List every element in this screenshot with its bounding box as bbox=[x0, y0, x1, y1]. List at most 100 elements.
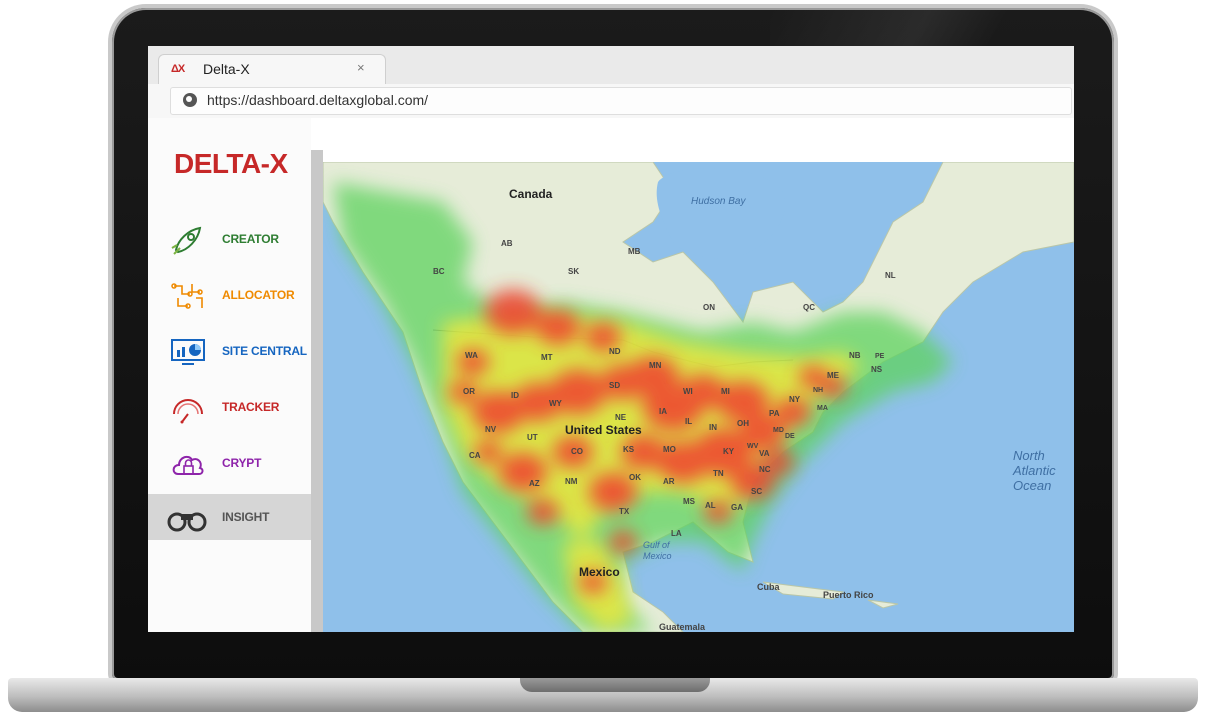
heat-hotspot bbox=[485, 289, 541, 335]
circuit-icon bbox=[171, 283, 203, 309]
map-label-id: ID bbox=[511, 391, 519, 400]
browser-tab[interactable]: ΔX Delta-X × bbox=[158, 54, 386, 85]
map-label-ok: OK bbox=[629, 473, 641, 482]
map-label-nc: NC bbox=[759, 465, 771, 474]
map-label-on: ON bbox=[703, 303, 715, 312]
map-label-united-states: United States bbox=[565, 423, 642, 437]
heat-hotspot bbox=[527, 499, 559, 525]
sidebar-item-label: SITE CENTRAL bbox=[222, 344, 307, 358]
cloud-lock-icon bbox=[172, 455, 204, 475]
map-label-de: DE bbox=[785, 433, 795, 440]
map-label-mexico: Mexico bbox=[579, 565, 620, 579]
map-label-va: VA bbox=[759, 449, 770, 458]
map-label-ia: IA bbox=[659, 407, 667, 416]
map-label-tn: TN bbox=[713, 469, 724, 478]
delta-x-logo[interactable]: DELTA-X bbox=[174, 148, 288, 180]
sidebar-item-site-central[interactable]: SITE CENTRAL bbox=[148, 328, 311, 374]
map-label-nd: ND bbox=[609, 347, 621, 356]
tab-title: Delta-X bbox=[203, 61, 250, 77]
map-label-canada: Canada bbox=[509, 187, 553, 201]
sidebar-item-label: ALLOCATOR bbox=[222, 288, 295, 302]
map-label-sc: SC bbox=[751, 487, 762, 496]
rocket-icon bbox=[171, 226, 202, 255]
map-label-nm: NM bbox=[565, 477, 578, 486]
sidebar-item-tracker[interactable]: TRACKER bbox=[148, 384, 311, 430]
laptop-base-notch bbox=[520, 678, 710, 692]
map-label-ab: AB bbox=[501, 239, 513, 248]
sidebar-item-label: CREATOR bbox=[222, 232, 279, 246]
map-label-bc: BC bbox=[433, 267, 445, 276]
sidebar-item-label: TRACKER bbox=[222, 400, 280, 414]
map-label-tx: TX bbox=[619, 507, 630, 516]
url-field[interactable]: https://dashboard.deltaxglobal.com/ bbox=[170, 87, 1072, 115]
heatmap-map[interactable]: Canada Hudson Bay AB BC SK MB ON QC NL NB PE NS WA MT… bbox=[323, 162, 1074, 632]
map-label-pa: PA bbox=[769, 409, 780, 418]
map-label-north-atlantic: North bbox=[1013, 448, 1045, 463]
map-label-mi: MI bbox=[721, 387, 730, 396]
map-label-nv: NV bbox=[485, 425, 497, 434]
map-label-ca: CA bbox=[469, 451, 481, 460]
sidebar-item-creator[interactable]: CREATOR bbox=[148, 216, 311, 262]
map-label-north-atlantic: Ocean bbox=[1013, 478, 1051, 493]
map-label-az: AZ bbox=[529, 479, 540, 488]
map-label-qc: QC bbox=[803, 303, 815, 312]
map-label-pe: PE bbox=[875, 353, 885, 360]
map-label-ga: GA bbox=[731, 503, 743, 512]
heat-hotspot bbox=[536, 309, 580, 345]
screen: ΔX Delta-X × https://dashboard.deltaxglo… bbox=[148, 46, 1074, 632]
map-label-mn: MN bbox=[649, 361, 662, 370]
sidebar-divider bbox=[311, 150, 323, 632]
map-label-hudson-bay: Hudson Bay bbox=[691, 196, 746, 207]
monitor-chart-icon bbox=[171, 339, 205, 365]
map-label-ky: KY bbox=[723, 447, 735, 456]
map-label-ks: KS bbox=[623, 445, 635, 454]
sidebar-item-allocator[interactable]: ALLOCATOR bbox=[148, 272, 311, 318]
map-canvas: Canada Hudson Bay AB BC SK MB ON QC NL NB PE NS WA MT… bbox=[323, 162, 1074, 632]
gauge-icon bbox=[173, 399, 203, 424]
map-label-gulf-of-mexico: Mexico bbox=[643, 551, 672, 561]
map-label-il: IL bbox=[685, 417, 692, 426]
binoculars-icon bbox=[167, 512, 207, 532]
tab-favicon-icon: ΔX bbox=[171, 63, 185, 75]
map-label-ny: NY bbox=[789, 395, 801, 404]
heat-hotspot bbox=[609, 530, 637, 554]
map-label-mt: MT bbox=[541, 353, 553, 362]
map-label-nh: NH bbox=[813, 387, 823, 394]
map-label-wy: WY bbox=[549, 399, 563, 408]
map-label-cuba: Cuba bbox=[757, 582, 780, 592]
map-label-nb: NB bbox=[849, 351, 861, 360]
map-label-or: OR bbox=[463, 387, 475, 396]
map-label-gulf-of-mexico: Gulf of bbox=[643, 540, 671, 550]
globe-icon bbox=[183, 93, 197, 107]
map-label-al: AL bbox=[705, 501, 716, 510]
browser-tabbar: ΔX Delta-X × bbox=[148, 46, 1074, 85]
map-label-mo: MO bbox=[663, 445, 676, 454]
map-label-north-atlantic: Atlantic bbox=[1012, 463, 1056, 478]
sidebar-item-label: INSIGHT bbox=[222, 510, 270, 524]
tab-close-icon[interactable]: × bbox=[357, 60, 365, 75]
sidebar-item-insight[interactable]: INSIGHT bbox=[148, 494, 311, 540]
sidebar-item-crypt[interactable]: CRYPT bbox=[148, 440, 311, 486]
map-label-puerto-rico: Puerto Rico bbox=[823, 590, 874, 600]
map-label-ms: MS bbox=[683, 497, 696, 506]
map-label-oh: OH bbox=[737, 419, 749, 428]
map-label-sk: SK bbox=[568, 267, 579, 276]
map-label-wa: WA bbox=[465, 351, 478, 360]
map-label-me: ME bbox=[827, 371, 840, 380]
hudson-bay-water bbox=[656, 168, 785, 259]
map-label-ma: MA bbox=[817, 405, 828, 412]
map-label-in: IN bbox=[709, 423, 717, 432]
map-label-ne: NE bbox=[615, 413, 627, 422]
map-label-ut: UT bbox=[527, 433, 538, 442]
map-label-ns: NS bbox=[871, 365, 883, 374]
map-label-wv: WV bbox=[747, 443, 759, 450]
map-label-md: MD bbox=[773, 427, 784, 434]
map-label-nl: NL bbox=[885, 271, 896, 280]
address-bar: https://dashboard.deltaxglobal.com/ bbox=[148, 84, 1074, 119]
map-label-wi: WI bbox=[683, 387, 693, 396]
sidebar: DELTA-X CREATOR ALLOCATOR SITE CENTRAL T… bbox=[148, 118, 311, 632]
map-label-la: LA bbox=[671, 529, 682, 538]
url-text: https://dashboard.deltaxglobal.com/ bbox=[207, 92, 429, 108]
map-label-co: CO bbox=[571, 447, 583, 456]
sidebar-item-label: CRYPT bbox=[222, 456, 262, 470]
